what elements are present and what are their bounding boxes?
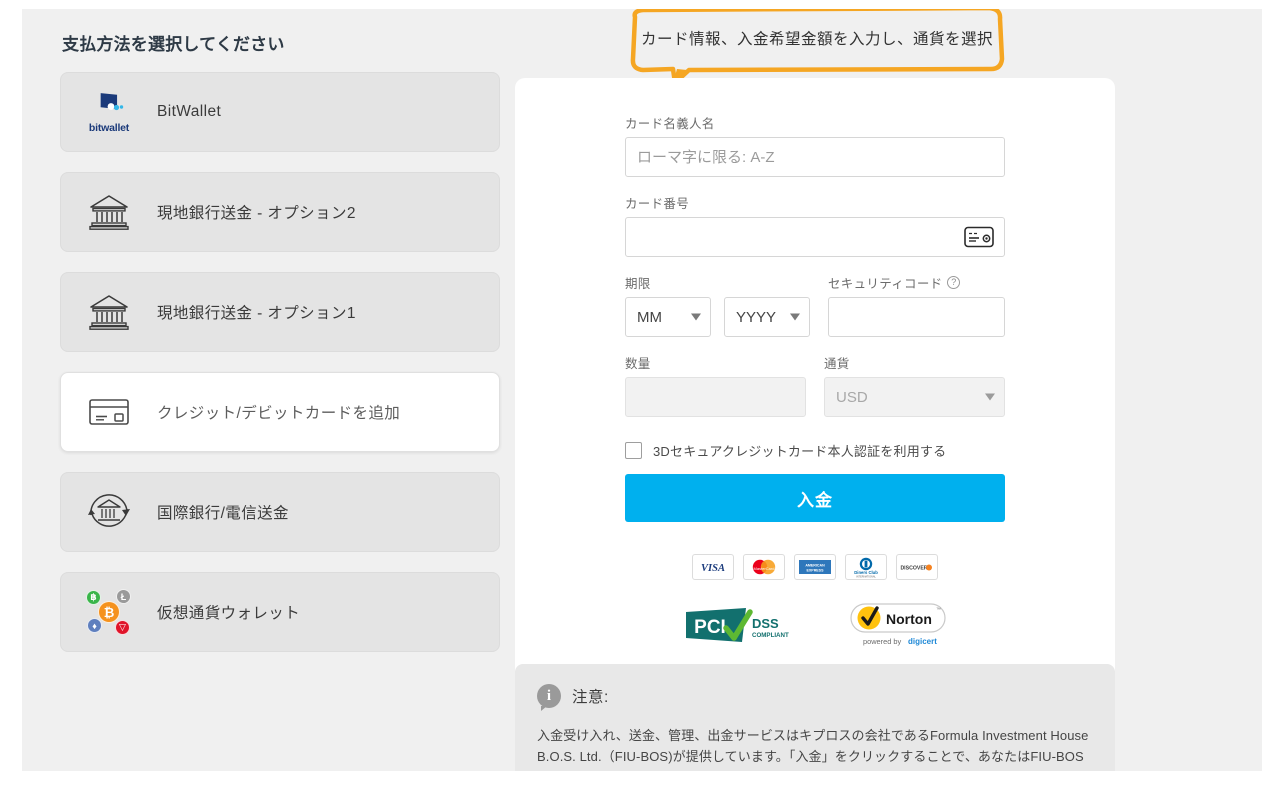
svg-text:MasterCard: MasterCard (754, 566, 775, 571)
payment-method-label: 国際銀行/電信送金 (157, 505, 289, 522)
diners-club-logo-icon: Diners Club INTERNATIONAL (845, 554, 887, 580)
currency-label: 通貨 (824, 357, 850, 371)
amount-field-group: 数量 (625, 353, 806, 417)
info-icon: i (537, 684, 561, 711)
card-brand-logos: VISA MasterCard AMERICAN EXPRESS Diners … (625, 554, 1005, 580)
notice-line-1: 入金受け入れ、送金、管理、出金サービスはキプロスの会社であるFormula In… (537, 728, 1089, 743)
expiry-field-group: 期限 MM YYYY (625, 273, 810, 337)
bitwallet-logo-icon: bitwallet (61, 90, 157, 134)
svg-text:Norton: Norton (886, 611, 932, 627)
payment-method-bitwallet[interactable]: bitwallet BitWallet (60, 72, 500, 152)
bank-building-icon (61, 193, 157, 231)
bitwallet-mark-icon (100, 93, 124, 111)
amex-logo-icon: AMERICAN EXPRESS (794, 554, 836, 580)
amount-input[interactable] (625, 377, 806, 417)
card-number-field-group: カード番号 (625, 193, 1005, 257)
browser-viewport: 支払方法を選択してください bitwallet BitWallet 現地銀行送金… (22, 9, 1262, 771)
card-scan-icon (964, 226, 994, 248)
svg-text:™: ™ (936, 607, 941, 613)
page-root: 支払方法を選択してください bitwallet BitWallet 現地銀行送金… (0, 0, 1280, 790)
notice-title: 注意: (572, 689, 609, 706)
bitcoin-cash-coin-icon: ฿ (86, 590, 101, 605)
svg-text:DSS: DSS (752, 616, 779, 631)
expiry-month-wrap: MM (625, 297, 711, 337)
cardholder-field-group: カード名義人名 (625, 113, 1005, 177)
tron-coin-icon: ▽ (115, 620, 130, 635)
payment-method-label: 現地銀行送金 - オプション1 (157, 305, 356, 322)
payment-method-panel: 支払方法を選択してください bitwallet BitWallet 現地銀行送金… (60, 30, 500, 672)
international-transfer-icon (61, 489, 157, 535)
deposit-form-card: カード名義人名 カード番号 (515, 78, 1115, 682)
card-number-label: カード番号 (625, 197, 690, 211)
callout-text: カード情報、入金希望金額を入力し、通貨を選択 (640, 31, 993, 48)
payment-method-local-bank-1[interactable]: 現地銀行送金 - オプション1 (60, 272, 500, 352)
callout-border-icon (630, 9, 1005, 85)
svg-text:COMPLIANT: COMPLIANT (752, 632, 789, 639)
card-number-input[interactable] (625, 217, 1005, 257)
cardholder-label: カード名義人名 (625, 117, 715, 131)
payment-method-label: クレジット/デビットカードを追加 (157, 405, 401, 422)
currency-wrap: USD (824, 377, 1005, 417)
currency-field-group: 通貨 USD (824, 353, 1005, 417)
notice-body: 入金受け入れ、送金、管理、出金サービスはキプロスの会社であるFormula In… (537, 725, 1093, 771)
norton-badge-icon: Norton ™ powered by digicert (850, 603, 946, 646)
page-title: 支払方法を選択してください (62, 35, 285, 54)
svg-text:PCI: PCI (694, 617, 726, 638)
payment-method-crypto-wallet[interactable]: ฿ Ł ₿ ♦ ▽ 仮想通貨ウォレット (60, 572, 500, 652)
credit-card-icon (61, 397, 157, 427)
secure3d-label: 3Dセキュアクレジットカード本人認証を利用する (653, 444, 947, 459)
help-icon[interactable]: ? (947, 276, 961, 289)
mastercard-logo-icon: MasterCard (743, 554, 785, 580)
security-code-label: セキュリティコード ? (828, 273, 1005, 292)
secure3d-checkbox-row[interactable]: 3Dセキュアクレジットカード本人認証を利用する (625, 441, 1005, 460)
deposit-button[interactable]: 入金 (625, 474, 1005, 522)
notice-panel: i 注意: 入金受け入れ、送金、管理、出金サービスはキプロスの会社であるForm… (515, 664, 1115, 771)
expiry-year-select[interactable]: YYYY (724, 297, 810, 337)
svg-text:VISA: VISA (701, 563, 725, 574)
litecoin-coin-icon: Ł (116, 589, 131, 604)
svg-text:DISCOVER: DISCOVER (900, 566, 927, 572)
bitwallet-wordmark: bitwallet (88, 122, 130, 134)
ethereum-coin-icon: ♦ (87, 618, 102, 633)
bitcoin-coin-icon: ₿ (98, 601, 120, 623)
security-code-field-group: セキュリティコード ? (828, 273, 1005, 337)
expiry-year-wrap: YYYY (724, 297, 810, 337)
crypto-coins-icon: ฿ Ł ₿ ♦ ▽ (61, 589, 157, 635)
svg-text:Diners Club: Diners Club (854, 570, 878, 575)
bank-building-icon (61, 293, 157, 331)
svg-text:digicert: digicert (908, 637, 937, 646)
payment-method-international-wire[interactable]: 国際銀行/電信送金 (60, 472, 500, 552)
trust-badges: PCI DSS COMPLIANT Norton ™ powered by di… (625, 602, 1005, 650)
expiry-security-row: 期限 MM YYYY セキュリティコード ? (625, 273, 1005, 337)
security-code-input[interactable] (828, 297, 1005, 337)
amount-currency-row: 数量 通貨 USD (625, 353, 1005, 417)
payment-method-credit-debit-card[interactable]: クレジット/デビットカードを追加 (60, 372, 500, 452)
payment-method-label: 仮想通貨ウォレット (157, 605, 301, 622)
visa-logo-icon: VISA (692, 554, 734, 580)
secure3d-checkbox[interactable] (625, 442, 642, 459)
payment-method-local-bank-2[interactable]: 現地銀行送金 - オプション2 (60, 172, 500, 252)
notice-header: i 注意: (537, 684, 1093, 711)
payment-method-label: 現地銀行送金 - オプション2 (157, 205, 356, 222)
svg-text:EXPRESS: EXPRESS (807, 569, 825, 573)
amount-label: 数量 (625, 357, 651, 371)
expiry-label: 期限 (625, 277, 651, 291)
security-code-label-text: セキュリティコード (828, 277, 943, 291)
svg-text:powered by: powered by (863, 637, 902, 646)
callout-bubble: カード情報、入金希望金額を入力し、通貨を選択 (617, 9, 1017, 85)
discover-logo-icon: DISCOVER (896, 554, 938, 580)
payment-method-label: BitWallet (157, 103, 222, 120)
svg-text:AMERICAN: AMERICAN (805, 564, 825, 568)
expiry-month-select[interactable]: MM (625, 297, 711, 337)
currency-select[interactable]: USD (824, 377, 1005, 417)
notice-line-2: B.O.S. Ltd.（FIU-BOS)が提供しています。「入金」をクリックする… (537, 749, 1084, 771)
svg-text:INTERNATIONAL: INTERNATIONAL (856, 575, 876, 578)
pci-dss-badge-icon: PCI DSS COMPLIANT (686, 608, 789, 642)
cardholder-input[interactable] (625, 137, 1005, 177)
